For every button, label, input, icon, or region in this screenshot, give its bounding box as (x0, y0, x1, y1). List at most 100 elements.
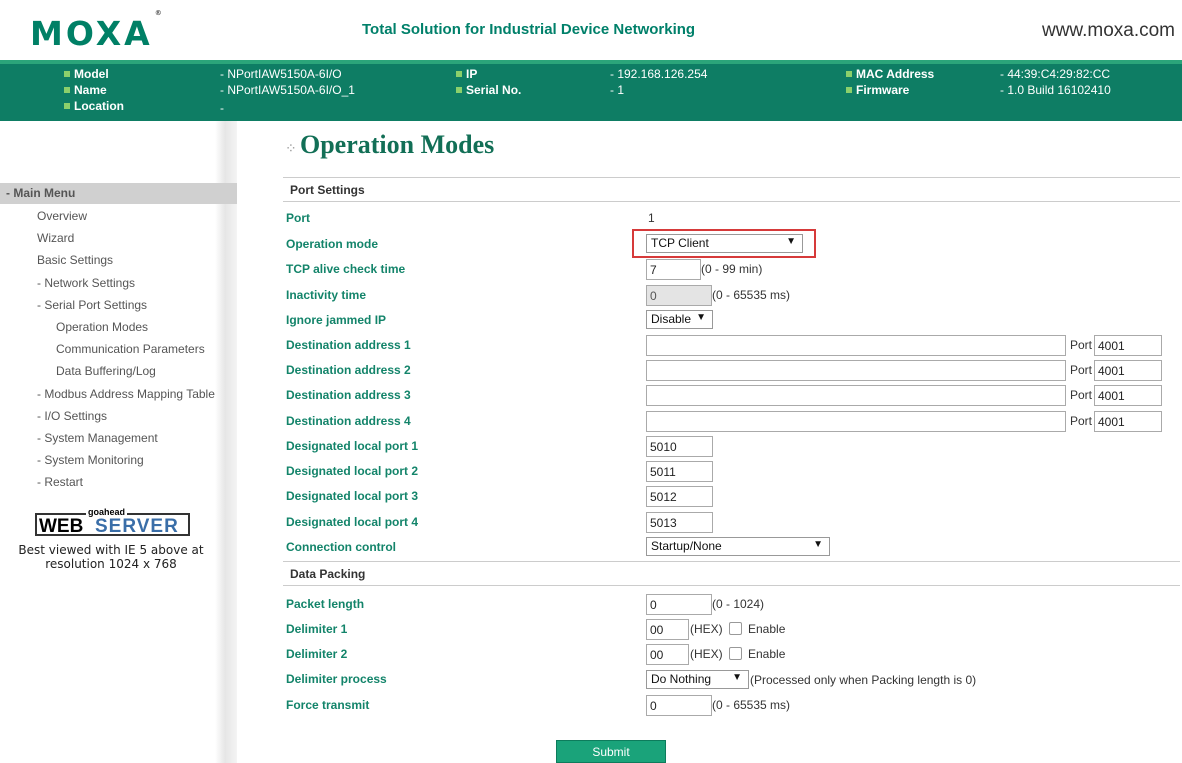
force-transmit-label: Force transmit (286, 698, 370, 712)
port-label: Port (286, 211, 310, 225)
port-settings-header: Port Settings (283, 177, 1180, 202)
local-port-4-input[interactable] (646, 512, 713, 533)
name-label: Name (64, 83, 107, 97)
operation-mode-label: Operation mode (286, 237, 379, 251)
packet-length-hint: (0 - 1024) (712, 597, 765, 611)
destination-2-port-input[interactable] (1094, 360, 1162, 381)
destination-4-port-label: Port (1070, 414, 1093, 428)
browser-note-line1: Best viewed with IE 5 above at (18, 543, 204, 557)
sidebar-item-serial-port-settings[interactable]: - Serial Port Settings (37, 298, 147, 312)
delimiter-2-label: Delimiter 2 (286, 647, 348, 661)
sidebar-item-basic-settings[interactable]: Basic Settings (37, 253, 113, 267)
delimiter-1-input[interactable] (646, 619, 689, 640)
ip-label: IP (456, 67, 477, 81)
destination-4-input[interactable] (646, 411, 1066, 432)
connection-control-select[interactable]: Startup/None ▼ (646, 537, 830, 556)
tcp-alive-input[interactable] (646, 259, 701, 280)
local-port-2-label: Designated local port 2 (286, 464, 419, 478)
sidebar-item-modbus-mapping[interactable]: - Modbus Address Mapping Table (37, 387, 215, 401)
registered-mark: ® (154, 9, 162, 17)
firmware-value: - 1.0 Build 16102410 (1000, 83, 1111, 97)
sidebar-item-data-buffering[interactable]: Data Buffering/Log (56, 364, 156, 378)
ip-value: - 192.168.126.254 (610, 67, 708, 81)
sidebar-item-communication-parameters[interactable]: Communication Parameters (56, 342, 205, 356)
delimiter-1-enable-checkbox[interactable] (729, 622, 742, 635)
sidebar-item-system-monitoring[interactable]: - System Monitoring (37, 453, 144, 467)
delimiter-2-enable-checkbox[interactable] (729, 647, 742, 660)
highlight-box (632, 229, 816, 258)
force-transmit-hint: (0 - 65535 ms) (712, 698, 791, 712)
delimiter-process-select[interactable]: Do Nothing ▼ (646, 670, 749, 689)
destination-3-port-label: Port (1070, 388, 1093, 402)
sidebar-item-restart[interactable]: - Restart (37, 475, 83, 489)
delimiter-1-enable-label: Enable (748, 622, 786, 636)
local-port-3-input[interactable] (646, 486, 713, 507)
sidebar-item-wizard[interactable]: Wizard (37, 231, 74, 245)
delimiter-2-input[interactable] (646, 644, 689, 665)
title-bullet-icon: ⁘ (285, 140, 297, 156)
local-port-2-input[interactable] (646, 461, 713, 482)
browser-note: Best viewed with IE 5 above at resolutio… (0, 543, 222, 571)
sidebar-item-io-settings[interactable]: - I/O Settings (37, 409, 107, 423)
packet-length-input[interactable] (646, 594, 712, 615)
badge-web-text: WEB (39, 516, 84, 537)
badge-goahead-text: goahead (86, 507, 128, 517)
packet-length-label: Packet length (286, 597, 365, 611)
local-port-1-input[interactable] (646, 436, 713, 457)
sidebar-item-overview[interactable]: Overview (37, 209, 87, 223)
main-menu-header[interactable]: - Main Menu (0, 183, 237, 204)
destination-4-label: Destination address 4 (286, 414, 411, 428)
dropdown-arrow-icon: ▼ (696, 312, 706, 323)
destination-1-label: Destination address 1 (286, 338, 411, 352)
port-value: 1 (648, 211, 655, 225)
destination-3-input[interactable] (646, 385, 1066, 406)
tcp-alive-label: TCP alive check time (286, 262, 406, 276)
location-label: Location (64, 99, 124, 113)
delimiter-process-hint: (Processed only when Packing length is 0… (750, 673, 977, 687)
inactivity-hint: (0 - 65535 ms) (712, 288, 791, 302)
moxa-logo[interactable]: MOXA® (30, 9, 162, 53)
sidebar-item-system-management[interactable]: - System Management (37, 431, 158, 445)
destination-2-port-label: Port (1070, 363, 1093, 377)
ignore-jammed-selected: Disable (651, 312, 692, 326)
destination-2-label: Destination address 2 (286, 363, 411, 377)
delimiter-2-hex: (HEX) (690, 647, 723, 661)
model-value: - NPortIAW5150A-6I/O (220, 67, 342, 81)
logo-text: MOXA (30, 14, 153, 53)
inactivity-label: Inactivity time (286, 288, 367, 302)
model-label: Model (64, 67, 109, 81)
local-port-4-label: Designated local port 4 (286, 515, 419, 529)
delimiter-process-selected: Do Nothing (651, 672, 712, 686)
delimiter-1-hex: (HEX) (690, 622, 723, 636)
connection-control-selected: Startup/None (651, 539, 722, 553)
site-url[interactable]: www.moxa.com (1042, 20, 1175, 42)
delimiter-2-enable-label: Enable (748, 647, 786, 661)
tagline: Total Solution for Industrial Device Net… (362, 21, 696, 38)
destination-1-port-label: Port (1070, 338, 1093, 352)
serial-value: - 1 (610, 83, 625, 97)
top-header: MOXA® Total Solution for Industrial Devi… (0, 0, 1182, 60)
destination-1-input[interactable] (646, 335, 1066, 356)
device-info-bar: Model - NPortIAW5150A-6I/O Name - NPortI… (0, 60, 1182, 121)
destination-1-port-input[interactable] (1094, 335, 1162, 356)
dropdown-arrow-icon: ▼ (813, 539, 823, 550)
ignore-jammed-label: Ignore jammed IP (286, 313, 387, 327)
force-transmit-input[interactable] (646, 695, 712, 716)
name-value: - NPortIAW5150A-6I/O_1 (220, 83, 355, 97)
destination-4-port-input[interactable] (1094, 411, 1162, 432)
serial-label: Serial No. (456, 83, 521, 97)
inactivity-input[interactable] (646, 285, 712, 306)
destination-3-port-input[interactable] (1094, 385, 1162, 406)
local-port-3-label: Designated local port 3 (286, 489, 419, 503)
submit-button[interactable]: Submit (556, 740, 666, 763)
sidebar-item-operation-modes[interactable]: Operation Modes (56, 320, 148, 334)
data-packing-header: Data Packing (283, 561, 1180, 586)
sidebar-item-network-settings[interactable]: - Network Settings (37, 276, 135, 290)
firmware-label: Firmware (846, 83, 909, 97)
delimiter-1-label: Delimiter 1 (286, 622, 348, 636)
mac-value: - 44:39:C4:29:82:CC (1000, 67, 1111, 81)
destination-2-input[interactable] (646, 360, 1066, 381)
page-title: Operation Modes (300, 130, 495, 159)
ignore-jammed-select[interactable]: Disable ▼ (646, 310, 713, 329)
location-value: - (220, 101, 224, 115)
